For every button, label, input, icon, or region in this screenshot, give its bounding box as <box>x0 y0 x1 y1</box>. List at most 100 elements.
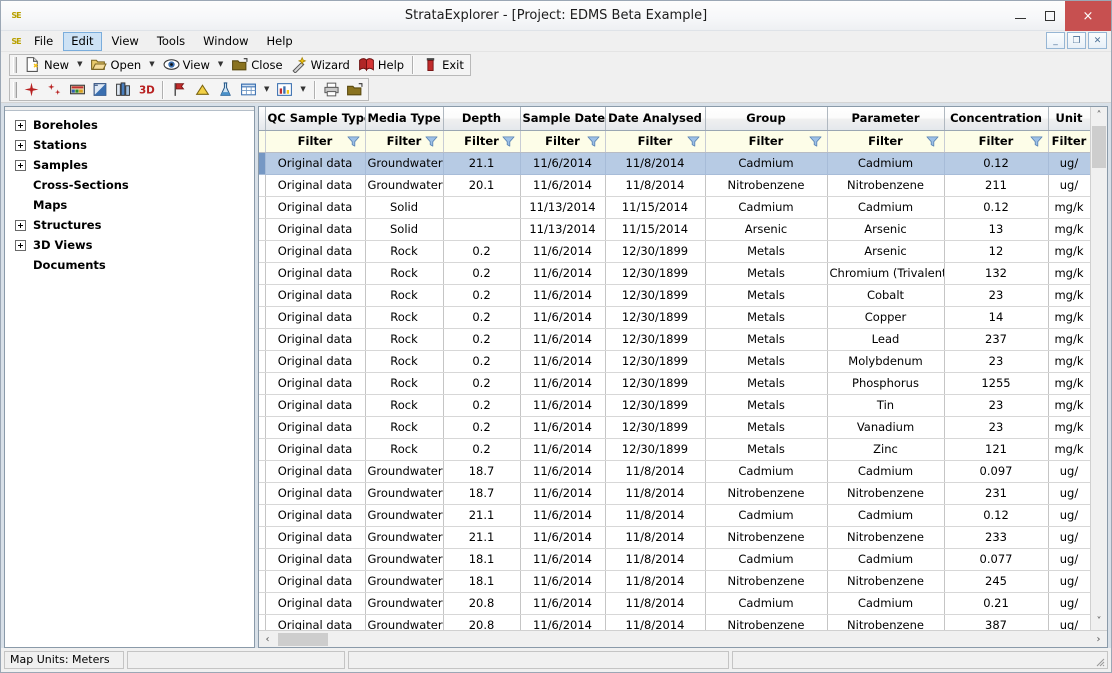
print-button[interactable] <box>320 80 343 99</box>
table-cell[interactable]: 231 <box>944 482 1048 504</box>
table-cell[interactable]: Original data <box>265 262 365 284</box>
window-close-button[interactable]: × <box>1065 1 1111 31</box>
borehole-button[interactable] <box>20 80 43 99</box>
table-cell[interactable]: ug/ <box>1048 152 1090 174</box>
table-cell[interactable]: 20.1 <box>443 174 520 196</box>
table-cell[interactable]: 11/6/2014 <box>520 306 605 328</box>
table-cell[interactable]: Tin <box>827 394 944 416</box>
table-row[interactable]: Original dataGroundwater20.111/6/201411/… <box>259 174 1090 196</box>
filter-funnel-icon[interactable] <box>926 135 939 148</box>
table-cell[interactable]: 0.2 <box>443 284 520 306</box>
table-cell[interactable]: Metals <box>705 372 827 394</box>
table-cell[interactable]: ug/ <box>1048 460 1090 482</box>
table-cell[interactable]: mg/k <box>1048 196 1090 218</box>
table-cell[interactable]: Vanadium <box>827 416 944 438</box>
filter-funnel-icon[interactable] <box>347 135 360 148</box>
column-header-media-type[interactable]: Media Type <box>365 107 443 130</box>
table-cell[interactable]: 0.2 <box>443 328 520 350</box>
resize-grip-icon[interactable] <box>1093 655 1105 667</box>
table-cell[interactable]: 12/30/1899 <box>605 328 705 350</box>
table-cell[interactable]: 11/15/2014 <box>605 196 705 218</box>
table-cell[interactable]: mg/k <box>1048 328 1090 350</box>
table-cell[interactable]: mg/k <box>1048 438 1090 460</box>
table-cell[interactable]: 12/30/1899 <box>605 372 705 394</box>
boreholes-multi-button[interactable] <box>43 80 66 99</box>
filter-funnel-icon[interactable] <box>687 135 700 148</box>
tree-item-boreholes[interactable]: Boreholes <box>15 115 254 135</box>
table-cell[interactable]: 11/13/2014 <box>520 196 605 218</box>
table-cell[interactable]: Cadmium <box>827 504 944 526</box>
table-cell[interactable]: 1255 <box>944 372 1048 394</box>
table-row[interactable]: Original dataRock0.211/6/201412/30/1899M… <box>259 438 1090 460</box>
menu-item-file[interactable]: File <box>26 32 61 51</box>
filter-cell-depth[interactable]: Filter <box>443 130 520 152</box>
table-cell[interactable]: 0.21 <box>944 592 1048 614</box>
table-cell[interactable]: 11/6/2014 <box>520 262 605 284</box>
filter-cell-date-analysed[interactable]: Filter <box>605 130 705 152</box>
menu-item-view[interactable]: View <box>104 32 147 51</box>
table-cell[interactable]: Groundwater <box>365 460 443 482</box>
table-cell[interactable]: Cadmium <box>705 196 827 218</box>
flag-marker-button[interactable] <box>168 80 191 99</box>
table-cell[interactable]: 11/6/2014 <box>520 240 605 262</box>
table-cell[interactable]: 11/6/2014 <box>520 372 605 394</box>
column-header-parameter[interactable]: Parameter <box>827 107 944 130</box>
filter-cell-sample-date[interactable]: Filter <box>520 130 605 152</box>
table-cell[interactable]: mg/k <box>1048 372 1090 394</box>
table-cell[interactable]: 23 <box>944 394 1048 416</box>
table-cell[interactable]: 0.2 <box>443 240 520 262</box>
table-cell[interactable]: Nitrobenzene <box>827 614 944 630</box>
tree-item-structures[interactable]: Structures <box>15 215 254 235</box>
table-cell[interactable]: Solid <box>365 218 443 240</box>
table-cell[interactable]: Original data <box>265 570 365 592</box>
table-cell[interactable]: Nitrobenzene <box>827 482 944 504</box>
table-cell[interactable]: mg/k <box>1048 284 1090 306</box>
scroll-right-arrow-icon[interactable]: › <box>1090 632 1107 647</box>
table-cell[interactable]: 11/6/2014 <box>520 174 605 196</box>
table-cell[interactable]: 12/30/1899 <box>605 416 705 438</box>
table-cell[interactable]: mg/k <box>1048 394 1090 416</box>
table-cell[interactable]: Rock <box>365 416 443 438</box>
table-cell[interactable]: 11/8/2014 <box>605 482 705 504</box>
table-cell[interactable]: Original data <box>265 548 365 570</box>
table-cell[interactable]: ug/ <box>1048 570 1090 592</box>
table-cell[interactable]: 0.12 <box>944 196 1048 218</box>
table-cell[interactable]: Rock <box>365 284 443 306</box>
flask-sample-button[interactable] <box>214 80 237 99</box>
table-cell[interactable]: Metals <box>705 438 827 460</box>
table-cell[interactable]: 21.1 <box>443 152 520 174</box>
menu-item-help[interactable]: Help <box>259 32 301 51</box>
table-cell[interactable]: Original data <box>265 526 365 548</box>
table-cell[interactable]: Original data <box>265 196 365 218</box>
tree-item-samples[interactable]: Samples <box>15 155 254 175</box>
table-row[interactable]: Original dataRock0.211/6/201412/30/1899M… <box>259 262 1090 284</box>
expand-plus-icon[interactable] <box>15 120 26 131</box>
table-row[interactable]: Original dataSolid 11/13/201411/15/2014Ca… <box>259 196 1090 218</box>
table-cell[interactable]: Nitrobenzene <box>827 570 944 592</box>
table-cell[interactable]: Solid <box>365 196 443 218</box>
filter-cell-parameter[interactable]: Filter <box>827 130 944 152</box>
table-cell[interactable]: 132 <box>944 262 1048 284</box>
table-cell[interactable]: Original data <box>265 438 365 460</box>
table-cell[interactable]: Metals <box>705 262 827 284</box>
table-cell[interactable]: Metals <box>705 306 827 328</box>
table-cell[interactable]: 11/6/2014 <box>520 416 605 438</box>
table-row[interactable]: Original dataGroundwater18.111/6/201411/… <box>259 570 1090 592</box>
table-cell[interactable]: Molybdenum <box>827 350 944 372</box>
column-header-unit[interactable]: Unit <box>1048 107 1090 130</box>
table-cell[interactable]: 23 <box>944 416 1048 438</box>
table-cell[interactable]: 21.1 <box>443 526 520 548</box>
table-cell[interactable]: Groundwater <box>365 174 443 196</box>
expand-plus-icon[interactable] <box>15 140 26 151</box>
table-cell[interactable]: Metals <box>705 328 827 350</box>
expand-plus-icon[interactable] <box>15 220 26 231</box>
scroll-left-arrow-icon[interactable]: ‹ <box>259 632 276 647</box>
icon-toolbar-grip[interactable] <box>13 82 17 98</box>
table-cell[interactable]: Original data <box>265 328 365 350</box>
table-cell[interactable]: 0.2 <box>443 350 520 372</box>
table-cell[interactable]: 211 <box>944 174 1048 196</box>
table-cell[interactable]: Original data <box>265 240 365 262</box>
table-row[interactable]: Original dataRock0.211/6/201412/30/1899M… <box>259 284 1090 306</box>
table-cell[interactable]: Original data <box>265 482 365 504</box>
table-cell[interactable]: ug/ <box>1048 174 1090 196</box>
